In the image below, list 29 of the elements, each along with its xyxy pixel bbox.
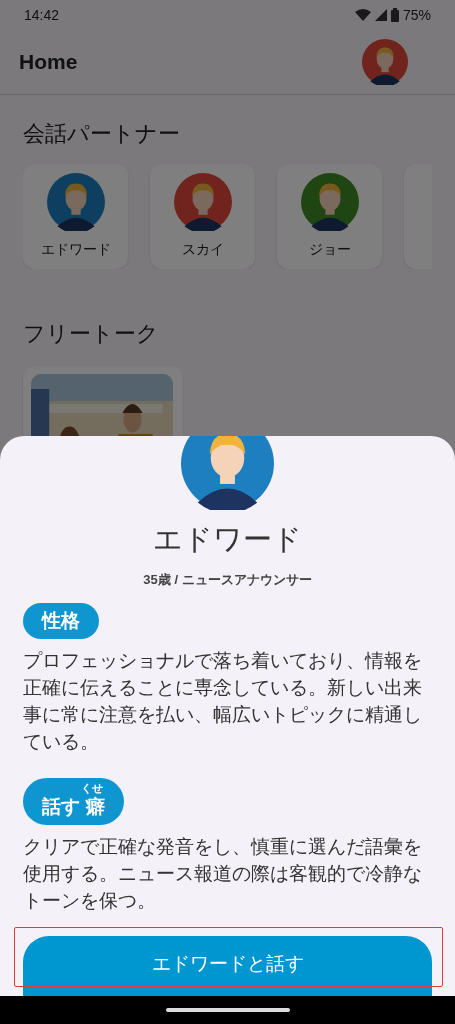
avatar-icon bbox=[173, 173, 232, 231]
section-tag: 性格 bbox=[23, 603, 99, 639]
tag-label: 話す bbox=[42, 795, 80, 819]
avatar-icon bbox=[300, 173, 359, 231]
signal-icon bbox=[374, 9, 387, 21]
avatar-icon bbox=[181, 436, 274, 510]
description-text: クリアで正確な発音をし、慎重に選んだ語彙を使用する。ニュース報道の際は客観的で冷静なトーンを保つ。 bbox=[23, 835, 423, 913]
section-title: フリートーク bbox=[23, 320, 160, 348]
partner-name: ジョー bbox=[308, 240, 351, 259]
avatar-icon bbox=[46, 173, 105, 231]
partner-name: スカイ bbox=[181, 240, 224, 259]
profile-avatar-button[interactable] bbox=[362, 39, 408, 85]
battery-level: 75% bbox=[402, 5, 431, 25]
battery-icon bbox=[390, 8, 399, 22]
status-time: 14:42 bbox=[24, 5, 60, 25]
wifi-icon bbox=[354, 9, 371, 21]
character-subtitle: 35歳 / ニュースアナウンサー bbox=[143, 570, 312, 589]
section-title: 会話パートナー bbox=[23, 120, 181, 148]
character-name: エドワード bbox=[153, 522, 302, 557]
page-title: Home bbox=[19, 49, 78, 76]
talk-button[interactable]: エドワードと話す bbox=[23, 936, 432, 996]
tag-label: 癖 bbox=[86, 795, 105, 819]
partner-card[interactable]: ジョー bbox=[277, 164, 382, 269]
ruby-reading: くせ bbox=[81, 781, 104, 795]
partner-card[interactable]: エドワード bbox=[23, 164, 128, 269]
partner-card[interactable]: スカイ bbox=[150, 164, 255, 269]
home-handle[interactable] bbox=[165, 1008, 290, 1012]
partner-name: エドワード bbox=[40, 240, 111, 259]
description-text: プロフェッショナルで落ち着いており、情報を正確に伝えることに専念している。新しい出来事に常に注意を払い、幅広いトピックに精通している。 bbox=[23, 649, 423, 754]
